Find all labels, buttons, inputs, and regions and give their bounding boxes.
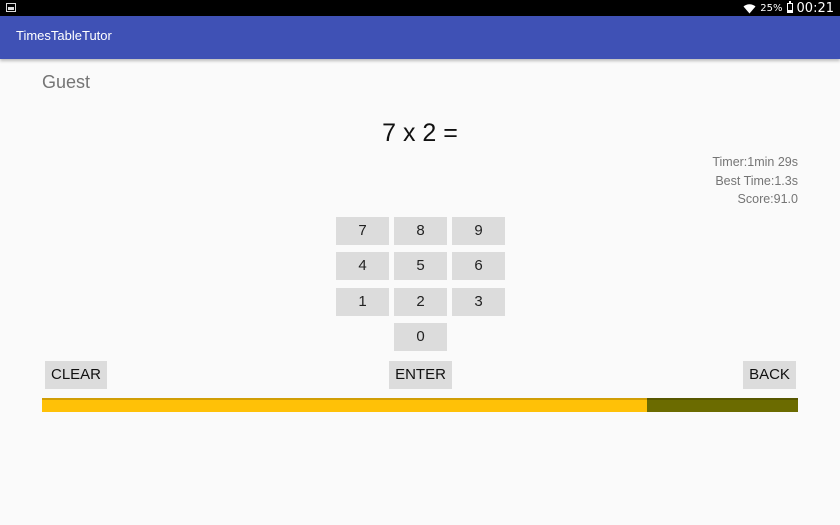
score-text: Score:91.0: [737, 192, 798, 206]
clear-button[interactable]: CLEAR: [45, 361, 107, 389]
key-4[interactable]: 4: [336, 252, 389, 280]
back-button[interactable]: BACK: [743, 361, 796, 389]
gallery-notification-icon: [6, 3, 16, 12]
status-right-group: 25% 00:21: [743, 0, 834, 16]
key-2[interactable]: 2: [394, 288, 447, 316]
enter-button[interactable]: ENTER: [389, 361, 452, 389]
progress-bar: [42, 398, 798, 412]
timer-text: Timer:1min 29s: [712, 155, 798, 169]
app-bar: TimesTableTutor: [0, 16, 840, 59]
key-5[interactable]: 5: [394, 252, 447, 280]
user-name: Guest: [42, 72, 91, 92]
key-8[interactable]: 8: [394, 217, 447, 245]
question-text: 7 x 2 =: [382, 119, 458, 147]
key-3[interactable]: 3: [452, 288, 505, 316]
battery-icon: [786, 1, 793, 13]
battery-percentage: 25%: [760, 2, 783, 14]
key-9[interactable]: 9: [452, 217, 505, 245]
status-time: 00:21: [796, 0, 834, 16]
progress-fill: [42, 398, 647, 412]
wifi-icon: [743, 3, 756, 14]
stats-panel: Timer:1min 29s Best Time:1.3s Score:91.0: [712, 153, 798, 209]
key-0[interactable]: 0: [394, 323, 447, 351]
key-6[interactable]: 6: [452, 252, 505, 280]
key-1[interactable]: 1: [336, 288, 389, 316]
key-7[interactable]: 7: [336, 217, 389, 245]
app-screen: 25% 00:21 TimesTableTutor Guest 7 x 2 = …: [0, 0, 840, 525]
app-title: TimesTableTutor: [16, 28, 112, 43]
best-time-text: Best Time:1.3s: [715, 173, 798, 188]
status-bar: 25% 00:21: [0, 0, 840, 16]
